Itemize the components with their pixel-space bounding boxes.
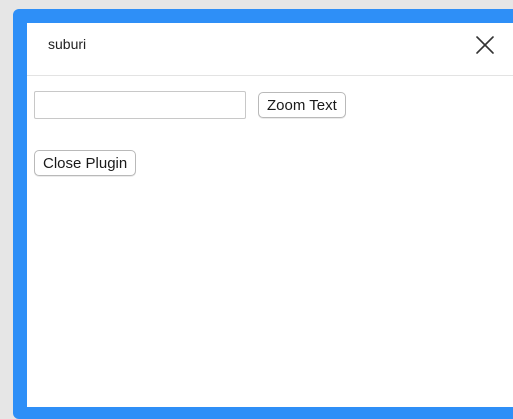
plugin-dialog: suburi Zoom Text Close Plugin xyxy=(27,23,513,407)
close-icon[interactable] xyxy=(473,33,497,57)
dialog-titlebar: suburi xyxy=(27,23,513,76)
zoom-text-input[interactable] xyxy=(34,91,246,119)
close-plugin-button[interactable]: Close Plugin xyxy=(34,150,137,176)
zoom-text-button[interactable]: Zoom Text xyxy=(258,92,346,118)
dialog-title: suburi xyxy=(48,36,87,52)
